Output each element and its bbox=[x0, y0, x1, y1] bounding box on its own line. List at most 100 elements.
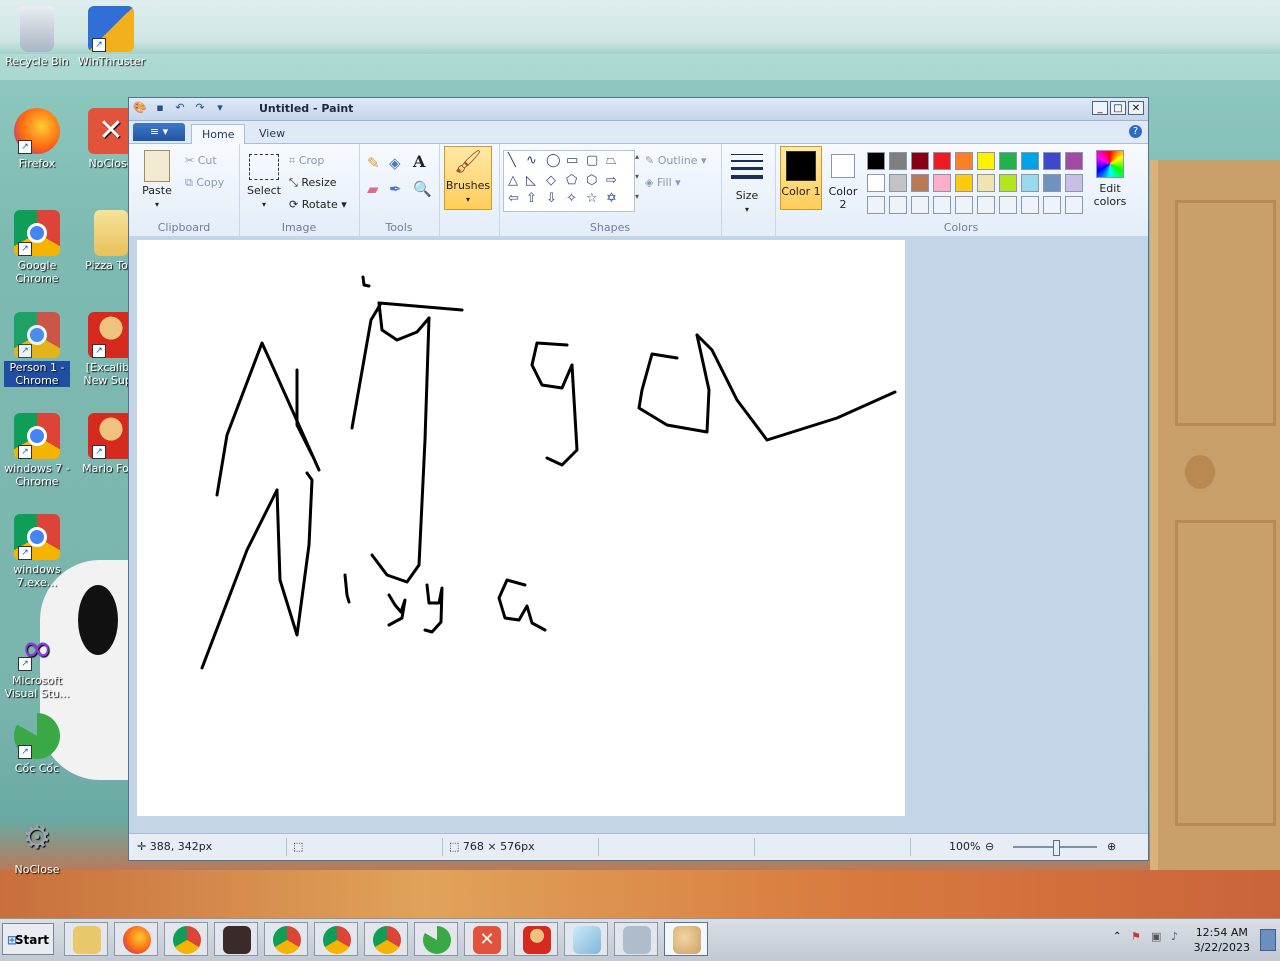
palette-color[interactable] bbox=[1043, 152, 1061, 170]
palette-custom-slot[interactable] bbox=[955, 196, 973, 214]
action-center-icon[interactable]: ⚑ bbox=[1131, 930, 1141, 943]
palette-color[interactable] bbox=[889, 174, 907, 192]
five-point-star-icon[interactable]: ☆ bbox=[586, 191, 598, 206]
taskbar-notepad[interactable] bbox=[564, 922, 608, 956]
desktop-icon-recycle-bin[interactable]: Recycle Bin bbox=[4, 6, 70, 68]
palette-color[interactable] bbox=[977, 152, 995, 170]
desktop-icon-person1-chrome[interactable]: ↗ Person 1 - Chrome bbox=[4, 312, 70, 387]
rounded-rectangle-icon[interactable]: ▢ bbox=[586, 153, 598, 168]
customize-qat-icon[interactable]: ▾ bbox=[213, 101, 227, 115]
color1-button[interactable]: Color 1 bbox=[780, 146, 822, 210]
triangle-shape-icon[interactable]: △ bbox=[508, 173, 518, 188]
volume-icon[interactable]: ♪ bbox=[1171, 930, 1178, 943]
palette-custom-slot[interactable] bbox=[977, 196, 995, 214]
help-icon[interactable]: ? bbox=[1129, 125, 1142, 138]
desktop-icon-winthruster[interactable]: ↗ WinThruster bbox=[78, 6, 145, 68]
color2-button[interactable]: Color 2 bbox=[825, 146, 861, 211]
shapes-gallery[interactable]: ╲ ∿ ◯ ▭ ▢ ⏢ △ ◺ ◇ ⬠ ⬡ ⇨ ⇦ ⇧ ⇩ ✧ ☆ ✡ bbox=[503, 150, 635, 212]
palette-color[interactable] bbox=[933, 152, 951, 170]
undo-icon[interactable]: ↶ bbox=[173, 101, 187, 115]
hexagon-shape-icon[interactable]: ⬡ bbox=[586, 173, 597, 188]
zoom-slider-thumb[interactable] bbox=[1053, 840, 1060, 856]
network-icon[interactable]: ▣ bbox=[1151, 930, 1161, 943]
palette-color[interactable] bbox=[1043, 174, 1061, 192]
palette-color[interactable] bbox=[867, 152, 885, 170]
taskbar-file-explorer[interactable] bbox=[64, 922, 108, 956]
title-bar[interactable]: 🎨 ▪ ↶ ↷ ▾ Untitled - Paint _ □ ✕ bbox=[129, 98, 1148, 121]
outline-button[interactable]: ✎ Outline ▾ bbox=[645, 154, 707, 167]
start-button[interactable]: ⊞ Start bbox=[2, 923, 54, 955]
palette-color[interactable] bbox=[911, 152, 929, 170]
palette-color[interactable] bbox=[1021, 174, 1039, 192]
color-picker-icon[interactable]: ✒ bbox=[389, 180, 402, 198]
palette-color[interactable] bbox=[999, 152, 1017, 170]
palette-color[interactable] bbox=[955, 174, 973, 192]
rotate-button[interactable]: ⟳ Rotate ▾ bbox=[289, 198, 347, 211]
canvas-area[interactable] bbox=[129, 236, 1148, 834]
oval-shape-icon[interactable]: ◯ bbox=[546, 153, 561, 168]
shapes-scroll[interactable]: ▴ ▾ ▾ bbox=[635, 152, 639, 202]
taskbar-noclose[interactable]: ✕ bbox=[464, 922, 508, 956]
show-desktop-button[interactable] bbox=[1260, 929, 1276, 951]
paint-menu-button[interactable]: ≡ ▾ bbox=[133, 123, 185, 141]
taskbar-chrome-profile-1[interactable] bbox=[264, 922, 308, 956]
copy-button[interactable]: ⧉ Copy bbox=[185, 176, 224, 190]
save-icon[interactable]: ▪ bbox=[153, 101, 167, 115]
redo-icon[interactable]: ↷ bbox=[193, 101, 207, 115]
left-arrow-icon[interactable]: ⇦ bbox=[508, 191, 519, 206]
maximize-button[interactable]: □ bbox=[1110, 101, 1126, 115]
palette-custom-slot[interactable] bbox=[889, 196, 907, 214]
four-point-star-icon[interactable]: ✧ bbox=[566, 191, 577, 206]
desktop-icon-windows7-exe[interactable]: ↗ windows 7.exe... bbox=[4, 514, 70, 589]
palette-custom-slot[interactable] bbox=[1021, 196, 1039, 214]
palette-custom-slot[interactable] bbox=[999, 196, 1017, 214]
close-button[interactable]: ✕ bbox=[1128, 101, 1144, 115]
palette-custom-slot[interactable] bbox=[933, 196, 951, 214]
taskbar-firefox[interactable] bbox=[114, 922, 158, 956]
select-button[interactable]: Select ▾ bbox=[245, 150, 283, 211]
tab-home[interactable]: Home bbox=[191, 124, 246, 144]
crop-button[interactable]: ⌗ Crop bbox=[289, 154, 324, 168]
taskbar-chrome-profile-2[interactable] bbox=[314, 922, 358, 956]
rectangle-shape-icon[interactable]: ▭ bbox=[566, 153, 578, 168]
diamond-shape-icon[interactable]: ◇ bbox=[546, 173, 556, 188]
desktop-icon-visual-studio[interactable]: ∞ ↗ Microsoft Visual Stu... bbox=[4, 625, 70, 700]
polygon-shape-icon[interactable]: ⏢ bbox=[606, 153, 616, 168]
palette-color[interactable] bbox=[1021, 152, 1039, 170]
palette-color[interactable] bbox=[889, 152, 907, 170]
six-point-star-icon[interactable]: ✡ bbox=[606, 191, 617, 206]
paste-button[interactable]: Paste ▾ bbox=[139, 148, 175, 211]
palette-custom-slot[interactable] bbox=[911, 196, 929, 214]
taskbar-paint[interactable] bbox=[664, 922, 708, 956]
palette-color[interactable] bbox=[933, 174, 951, 192]
text-tool-icon[interactable]: A bbox=[413, 152, 425, 171]
desktop-icon-coccoc[interactable]: ↗ Cốc Cốc bbox=[4, 713, 70, 775]
brushes-button[interactable]: 🖌 Brushes ▾ bbox=[444, 146, 492, 210]
fill-bucket-icon[interactable]: ◈ bbox=[389, 154, 401, 172]
up-arrow-icon[interactable]: ⇧ bbox=[526, 191, 537, 206]
taskbar-chrome[interactable] bbox=[164, 922, 208, 956]
palette-color[interactable] bbox=[977, 174, 995, 192]
pencil-icon[interactable]: ✎ bbox=[367, 154, 380, 172]
pentagon-shape-icon[interactable]: ⬠ bbox=[566, 173, 577, 188]
curve-shape-icon[interactable]: ∿ bbox=[526, 153, 537, 168]
taskbar-game[interactable] bbox=[214, 922, 258, 956]
paint-window[interactable]: 🎨 ▪ ↶ ↷ ▾ Untitled - Paint _ □ ✕ ≡ ▾ Hom… bbox=[128, 97, 1149, 861]
cut-button[interactable]: ✂ Cut bbox=[185, 154, 217, 167]
right-arrow-icon[interactable]: ⇨ bbox=[606, 173, 617, 188]
edit-colors-button[interactable]: Edit colors bbox=[1085, 150, 1135, 208]
palette-color[interactable] bbox=[1065, 152, 1083, 170]
down-arrow-icon[interactable]: ⇩ bbox=[546, 191, 557, 206]
desktop-icon-google-chrome[interactable]: ↗ Google Chrome bbox=[4, 210, 70, 285]
minimize-button[interactable]: _ bbox=[1092, 101, 1108, 115]
palette-custom-slot[interactable] bbox=[1065, 196, 1083, 214]
size-button[interactable]: Size ▾ bbox=[727, 152, 767, 216]
palette-color[interactable] bbox=[999, 174, 1017, 192]
palette-color[interactable] bbox=[1065, 174, 1083, 192]
magnifier-icon[interactable]: 🔍 bbox=[413, 180, 432, 198]
desktop-icon-windows7-chrome[interactable]: ↗ windows 7 - Chrome bbox=[4, 413, 70, 488]
fill-button[interactable]: ◈ Fill ▾ bbox=[645, 176, 681, 189]
palette-color[interactable] bbox=[955, 152, 973, 170]
tab-view[interactable]: View bbox=[249, 124, 295, 143]
taskbar-mario[interactable] bbox=[514, 922, 558, 956]
